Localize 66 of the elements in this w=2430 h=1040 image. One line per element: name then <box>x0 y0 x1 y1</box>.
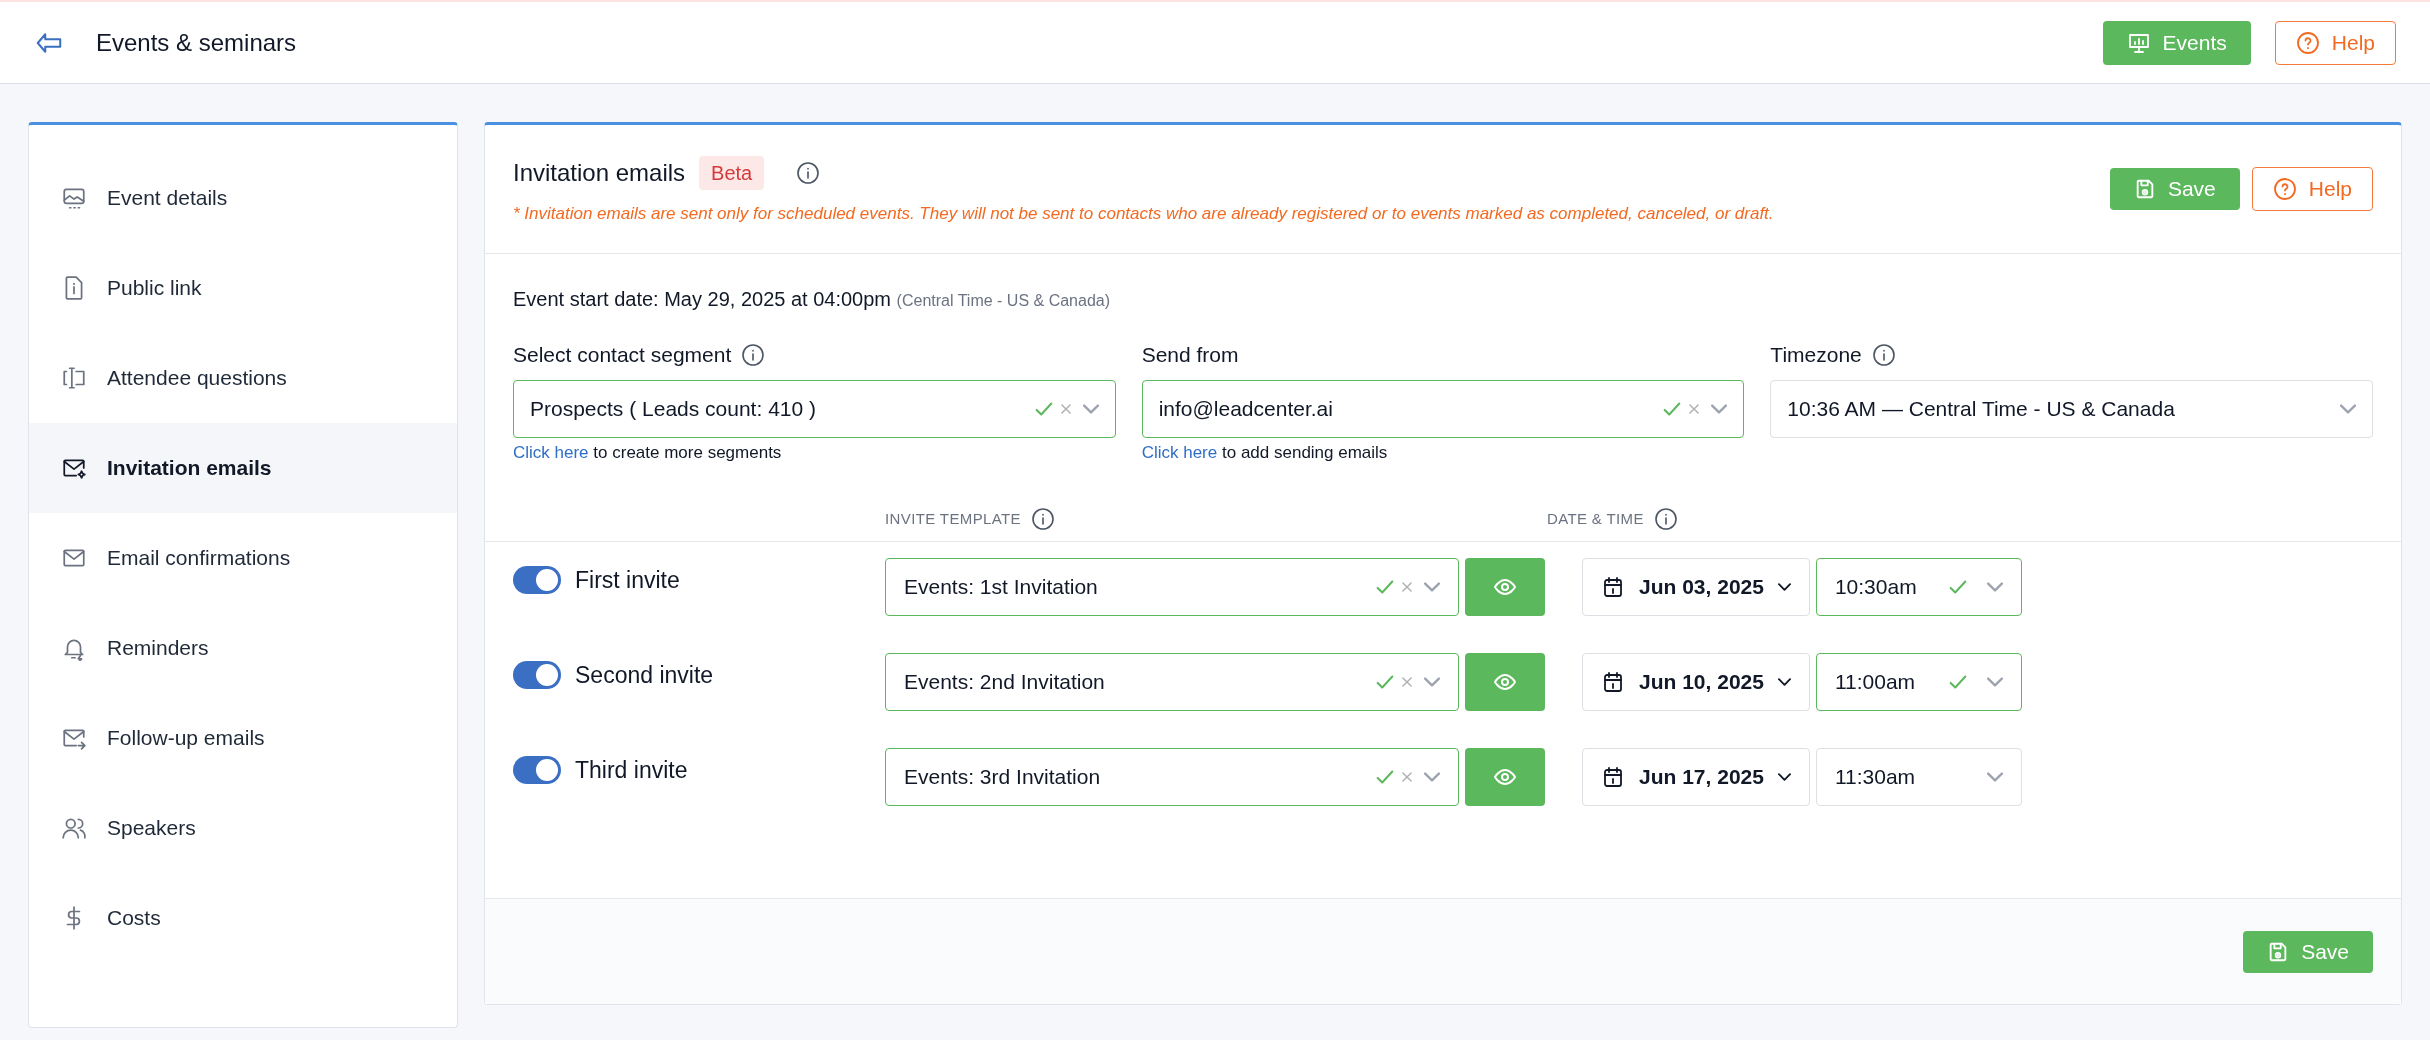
help-icon <box>2272 177 2297 201</box>
column-header: DATE & TIME <box>1546 508 1644 529</box>
sidebar-item[interactable]: Speakers <box>29 783 457 873</box>
text-field-icon <box>61 365 87 391</box>
click-here-link[interactable]: Click here <box>513 442 589 462</box>
field-label: Timezone <box>1770 341 1862 368</box>
chevron-down-icon <box>1424 677 1440 687</box>
helper-text: Click here to add sending emails <box>1141 441 1389 464</box>
chevron-down-icon <box>1424 582 1440 592</box>
info-icon[interactable] <box>1871 342 1896 367</box>
sidebar-item[interactable]: Event details <box>29 153 457 243</box>
picture-icon <box>61 185 87 211</box>
toggle-switch[interactable] <box>513 566 561 595</box>
select-field[interactable]: Prospects ( Leads count: 410 ) <box>513 379 1116 438</box>
info-icon[interactable] <box>1653 507 1678 531</box>
sidebar-item[interactable]: Email confirmations <box>29 513 457 603</box>
time-select[interactable]: 11:00am <box>1815 653 2022 711</box>
info-icon[interactable] <box>1030 507 1055 531</box>
chevron-down-icon <box>1777 773 1791 781</box>
date-picker[interactable]: Jun 17, 2025 <box>1582 748 1810 806</box>
page-title: Events & seminars <box>96 27 297 58</box>
sidebar-item[interactable]: Public link <box>29 243 457 333</box>
time-select[interactable]: 10:30am <box>1815 558 2022 616</box>
calendar-icon <box>1601 765 1625 789</box>
field-label: Select contact segment <box>513 341 732 368</box>
chevron-down-icon <box>1986 772 2003 782</box>
template-select[interactable]: Events: 1st Invitation <box>885 558 1459 616</box>
invite-label: Third invite <box>575 756 688 785</box>
sidebar-item[interactable]: Costs <box>29 873 457 963</box>
sidebar-item[interactable]: Reminders <box>29 603 457 693</box>
sidebar-item[interactable]: Attendee questions <box>29 333 457 423</box>
select-field[interactable]: 10:36 AM — Central Time - US & Canada <box>1770 379 2373 438</box>
chevron-down-icon <box>1777 678 1791 686</box>
click-here-link[interactable]: Click here <box>1141 442 1218 462</box>
date-picker[interactable]: Jun 10, 2025 <box>1582 653 1810 711</box>
helper-text: Click here to create more segments <box>513 441 783 464</box>
time-select[interactable]: 11:30am <box>1815 748 2022 806</box>
note-text: * Invitation emails are sent only for scheduled events. They will not be sent to contacts who are already registered or to events marked as completed, canceled, or draft. <box>513 203 1774 225</box>
chevron-down-icon <box>1986 582 2003 592</box>
beta-badge: Beta <box>699 156 765 190</box>
template-select[interactable]: Events: 3rd Invitation <box>885 748 1459 806</box>
calendar-icon <box>1601 575 1625 599</box>
calendar-icon <box>1601 670 1625 694</box>
chevron-down-icon <box>1082 403 1099 414</box>
invite-label: First invite <box>575 566 680 595</box>
event-start-date: Event start date: May 29, 2025 at 04:00pm (Central Time - US & Canada) <box>513 286 1111 312</box>
panel-title: Invitation emails <box>513 158 686 188</box>
sidebar-item[interactable]: Follow-up emails <box>29 693 457 783</box>
chevron-down-icon <box>1424 772 1440 782</box>
template-select[interactable]: Events: 2nd Invitation <box>885 653 1459 711</box>
select-field[interactable]: info@leadcenter.ai <box>1141 379 1745 438</box>
date-picker[interactable]: Jun 03, 2025 <box>1582 558 1810 616</box>
column-header: INVITE TEMPLATE <box>885 508 1021 529</box>
info-icon[interactable] <box>796 161 821 185</box>
people-icon <box>61 815 87 841</box>
field-label: Send from <box>1141 341 1239 368</box>
chevron-down-icon <box>2340 403 2356 414</box>
info-icon[interactable] <box>741 342 766 367</box>
chevron-down-icon <box>1777 583 1791 591</box>
sidebar-item[interactable]: Invitation emails <box>29 423 457 513</box>
invite-label: Second invite <box>575 661 714 690</box>
chevron-down-icon <box>1711 403 1728 414</box>
toggle-switch[interactable] <box>513 661 561 690</box>
help-icon <box>2295 30 2320 55</box>
chevron-down-icon <box>1986 677 2003 687</box>
toggle-switch[interactable] <box>513 756 561 785</box>
